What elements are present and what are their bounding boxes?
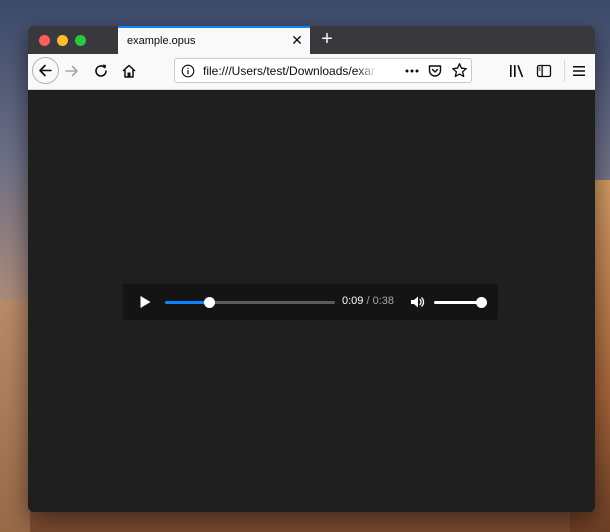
close-icon[interactable]: ✕ (290, 33, 304, 47)
volume-fill (434, 301, 481, 304)
window-close-button[interactable] (39, 35, 50, 46)
url-fade (357, 61, 377, 80)
url-text: file:///Users/test/Downloads/example.opu… (203, 64, 375, 78)
back-arrow-icon (39, 64, 52, 77)
tab-active[interactable]: example.opus ✕ (118, 26, 310, 54)
star-icon[interactable] (451, 62, 468, 79)
hamburger-menu-icon[interactable] (571, 63, 587, 79)
total-time: 0:38 (372, 295, 395, 307)
pocket-icon[interactable] (427, 63, 443, 79)
volume-slider[interactable] (434, 297, 487, 308)
reload-icon[interactable] (92, 62, 110, 80)
sidebar-icon[interactable] (536, 63, 552, 79)
time-separator: / (363, 295, 373, 307)
tab-strip: example.opus ✕ + (28, 26, 595, 54)
url-bar[interactable]: file:///Users/test/Downloads/example.opu… (174, 58, 472, 83)
plus-icon[interactable]: + (317, 29, 337, 49)
browser-window: example.opus ✕ + file:///Users/test/Down… (28, 26, 595, 512)
audio-player: 0:09 / 0:38 (123, 284, 498, 320)
window-maximize-button[interactable] (75, 35, 86, 46)
back-button[interactable] (32, 57, 59, 84)
navigation-toolbar: file:///Users/test/Downloads/example.opu… (28, 54, 595, 90)
window-minimize-button[interactable] (57, 35, 68, 46)
desktop-dune-left (0, 300, 30, 532)
forward-arrow-icon[interactable] (63, 62, 81, 80)
progress-handle[interactable] (204, 297, 216, 308)
current-time: 0:09 (342, 295, 364, 307)
page-content: 0:09 / 0:38 (28, 90, 595, 512)
speaker-icon[interactable] (409, 294, 425, 310)
more-dots-icon[interactable] (403, 63, 421, 79)
home-icon[interactable] (120, 62, 138, 80)
volume-handle[interactable] (476, 297, 487, 308)
play-icon[interactable] (137, 294, 153, 310)
progress-slider[interactable] (165, 297, 335, 308)
toolbar-divider (564, 60, 565, 82)
library-icon[interactable] (508, 63, 526, 79)
progress-fill (165, 301, 210, 304)
info-icon[interactable] (181, 64, 195, 78)
tab-title: example.opus (127, 35, 196, 47)
time-display: 0:09 / 0:38 (342, 295, 394, 307)
